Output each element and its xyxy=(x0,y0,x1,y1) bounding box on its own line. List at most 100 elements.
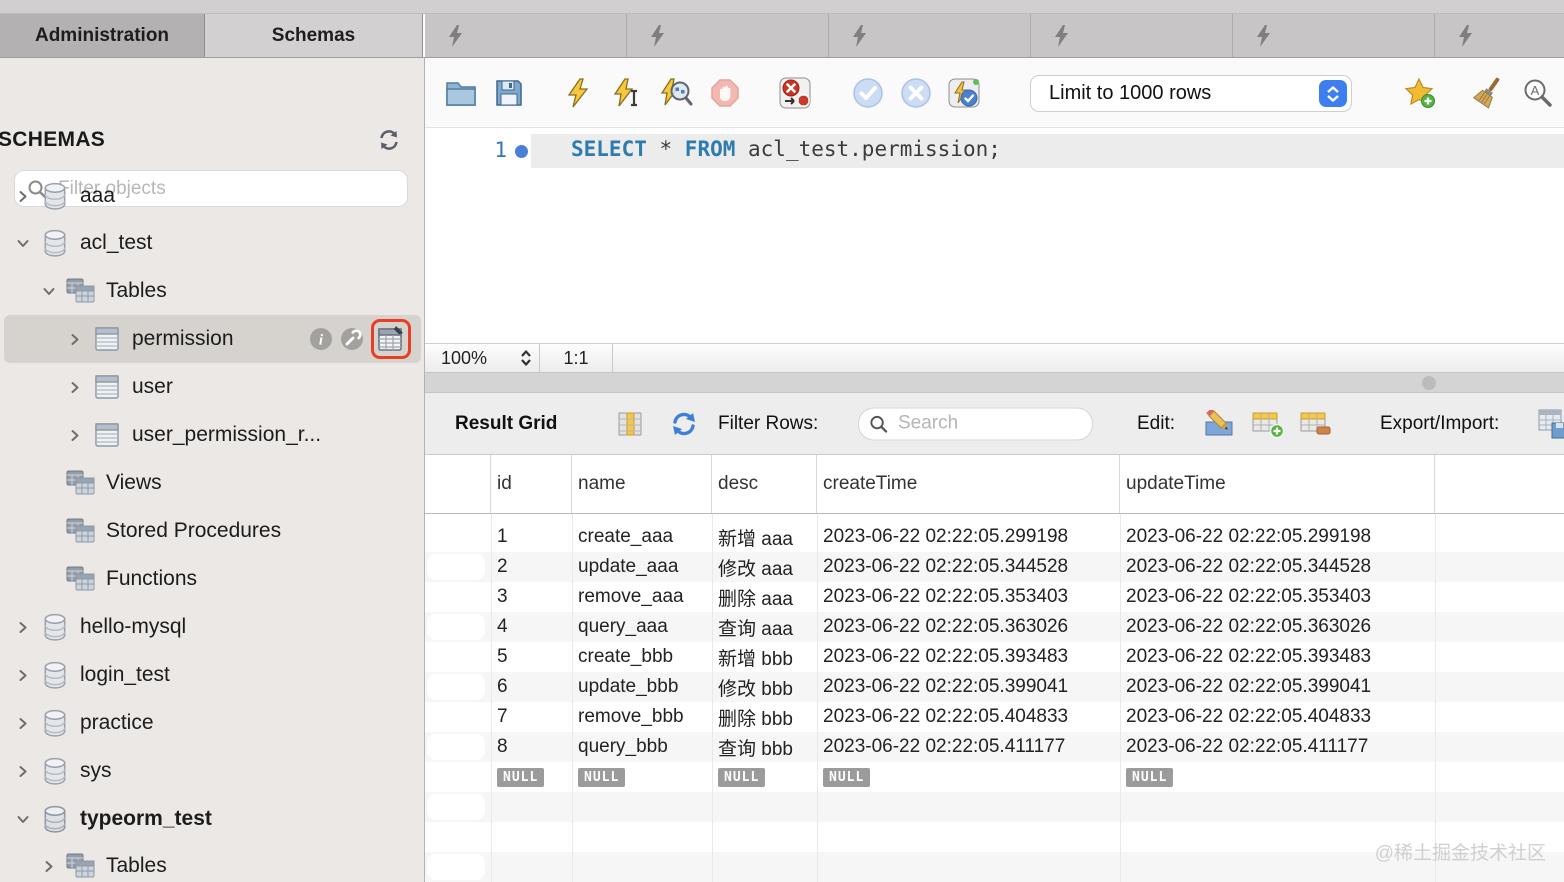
stop-on-error-icon[interactable] xyxy=(778,77,812,109)
sql-editor[interactable]: 1 SELECT * FROM acl_test.permission; xyxy=(425,128,1564,343)
cell-updateTime[interactable]: 2023-06-22 02:22:05.344528 xyxy=(1120,552,1435,582)
dropdown-stepper-icon[interactable] xyxy=(1319,80,1347,107)
table-row[interactable]: 8 query_bbb 查询 bbb 2023-06-22 02:22:05.4… xyxy=(425,732,1564,762)
limit-rows-dropdown[interactable]: Limit to 1000 rows xyxy=(1030,75,1352,112)
cell-id[interactable]: 2 xyxy=(491,552,572,582)
refresh-schemas-icon[interactable] xyxy=(378,130,400,150)
chevron-right-icon[interactable] xyxy=(12,603,34,651)
cell-updateTime[interactable]: 2023-06-22 02:22:05.399041 xyxy=(1120,672,1435,702)
export-icon[interactable] xyxy=(1538,409,1564,439)
table-maintenance-icon[interactable] xyxy=(340,327,364,351)
query-tab[interactable] xyxy=(1031,14,1233,57)
tree-item-table-user-permission[interactable]: user_permission_r... xyxy=(0,411,425,459)
cell-desc[interactable]: 修改 bbb xyxy=(712,672,817,702)
row-selector[interactable] xyxy=(425,582,491,612)
table-row[interactable]: 7 remove_bbb 删除 bbb 2023-06-22 02:22:05.… xyxy=(425,702,1564,732)
cell-createTime[interactable]: 2023-06-22 02:22:05.393483 xyxy=(817,642,1120,672)
cell-name[interactable]: query_aaa xyxy=(572,612,712,642)
cell-updateTime[interactable]: NULL xyxy=(1120,762,1435,792)
row-selector[interactable] xyxy=(425,702,491,732)
row-selector[interactable] xyxy=(425,552,491,582)
open-table-data-icon[interactable] xyxy=(377,325,405,353)
filter-rows-search-box[interactable] xyxy=(858,407,1093,440)
cell-createTime[interactable]: 2023-06-22 02:22:05.404833 xyxy=(817,702,1120,732)
cell-id[interactable]: 3 xyxy=(491,582,572,612)
cell-desc[interactable]: NULL xyxy=(712,762,817,792)
beautify-icon[interactable] xyxy=(1471,77,1505,109)
cell-name[interactable]: NULL xyxy=(572,762,712,792)
cell-id[interactable]: NULL xyxy=(491,762,572,792)
tree-item-schema-login-test[interactable]: login_test xyxy=(0,651,425,699)
zoom-stepper-icon[interactable] xyxy=(519,348,533,368)
insert-row-icon[interactable] xyxy=(1252,410,1284,438)
table-row[interactable]: 3 remove_aaa 删除 aaa 2023-06-22 02:22:05.… xyxy=(425,582,1564,612)
cell-id[interactable]: 5 xyxy=(491,642,572,672)
column-header-desc[interactable]: desc xyxy=(712,455,817,513)
query-tab[interactable] xyxy=(627,14,829,57)
new-row-placeholder[interactable]: NULL NULL NULL NULL NULL xyxy=(425,762,1564,792)
column-header-createTime[interactable]: createTime xyxy=(817,455,1120,513)
chevron-right-icon[interactable] xyxy=(64,411,86,459)
rollback-icon[interactable] xyxy=(899,77,933,109)
cell-id[interactable]: 6 xyxy=(491,672,572,702)
cell-updateTime[interactable]: 2023-06-22 02:22:05.393483 xyxy=(1120,642,1435,672)
tree-item-tables-folder-typeorm[interactable]: Tables xyxy=(0,842,425,882)
explain-plan-icon[interactable] xyxy=(660,77,694,109)
query-tab[interactable] xyxy=(1233,14,1435,57)
cell-createTime[interactable]: 2023-06-22 02:22:05.363026 xyxy=(817,612,1120,642)
tab-schemas[interactable]: Schemas xyxy=(205,14,423,57)
cell-id[interactable]: 7 xyxy=(491,702,572,732)
table-row[interactable]: 5 create_bbb 新增 bbb 2023-06-22 02:22:05.… xyxy=(425,642,1564,672)
save-icon[interactable] xyxy=(492,77,526,109)
chevron-right-icon[interactable] xyxy=(38,842,60,882)
row-selector[interactable] xyxy=(425,672,491,702)
cell-name[interactable]: update_aaa xyxy=(572,552,712,582)
cell-updateTime[interactable]: 2023-06-22 02:22:05.299198 xyxy=(1120,522,1435,552)
cell-createTime[interactable]: NULL xyxy=(817,762,1120,792)
stop-icon[interactable] xyxy=(708,77,742,109)
cell-updateTime[interactable]: 2023-06-22 02:22:05.411177 xyxy=(1120,732,1435,762)
chevron-down-icon[interactable] xyxy=(38,267,60,315)
cell-createTime[interactable]: 2023-06-22 02:22:05.411177 xyxy=(817,732,1120,762)
open-file-icon[interactable] xyxy=(444,77,478,109)
tree-item-schema-hello-mysql[interactable]: hello-mysql xyxy=(0,603,425,651)
filter-rows-input[interactable] xyxy=(896,412,1082,436)
commit-icon[interactable] xyxy=(851,77,885,109)
tree-item-schema-sys[interactable]: sys xyxy=(0,747,425,795)
grid-columns-icon[interactable] xyxy=(618,411,642,437)
tree-item-table-user[interactable]: user xyxy=(0,363,425,411)
cell-name[interactable]: create_bbb xyxy=(572,642,712,672)
zoom-control[interactable]: 100% xyxy=(425,344,540,372)
cell-desc[interactable]: 修改 aaa xyxy=(712,552,817,582)
query-tab[interactable] xyxy=(425,14,627,57)
tree-item-schema-aaa[interactable]: aaa xyxy=(0,172,425,220)
chevron-right-icon[interactable] xyxy=(12,172,34,220)
chevron-down-icon[interactable] xyxy=(12,795,34,843)
horizontal-splitter[interactable] xyxy=(425,373,1564,393)
cell-desc[interactable]: 新增 aaa xyxy=(712,522,817,552)
row-selector[interactable] xyxy=(425,612,491,642)
cell-name[interactable]: remove_aaa xyxy=(572,582,712,612)
column-header-updateTime[interactable]: updateTime xyxy=(1120,455,1435,513)
chevron-down-icon[interactable] xyxy=(12,219,34,267)
sql-statement[interactable]: SELECT * FROM acl_test.permission; xyxy=(571,137,1001,161)
table-row[interactable]: 2 update_aaa 修改 aaa 2023-06-22 02:22:05.… xyxy=(425,552,1564,582)
cell-updateTime[interactable]: 2023-06-22 02:22:05.363026 xyxy=(1120,612,1435,642)
cell-desc[interactable]: 删除 bbb xyxy=(712,702,817,732)
cell-id[interactable]: 4 xyxy=(491,612,572,642)
column-header-id[interactable]: id xyxy=(491,455,572,513)
chevron-right-icon[interactable] xyxy=(64,363,86,411)
cell-desc[interactable]: 删除 aaa xyxy=(712,582,817,612)
cell-name[interactable]: update_bbb xyxy=(572,672,712,702)
table-info-icon[interactable]: i xyxy=(309,327,333,351)
cell-createTime[interactable]: 2023-06-22 02:22:05.344528 xyxy=(817,552,1120,582)
tree-item-stored-procedures-folder[interactable]: Stored Procedures xyxy=(0,507,425,555)
table-row[interactable]: 1 create_aaa 新增 aaa 2023-06-22 02:22:05.… xyxy=(425,522,1564,552)
find-icon[interactable]: A xyxy=(1521,77,1555,109)
query-tab[interactable] xyxy=(829,14,1031,57)
column-header-name[interactable]: name xyxy=(572,455,712,513)
cell-id[interactable]: 1 xyxy=(491,522,572,552)
cell-name[interactable]: query_bbb xyxy=(572,732,712,762)
cell-id[interactable]: 8 xyxy=(491,732,572,762)
query-tab[interactable] xyxy=(1435,14,1564,57)
